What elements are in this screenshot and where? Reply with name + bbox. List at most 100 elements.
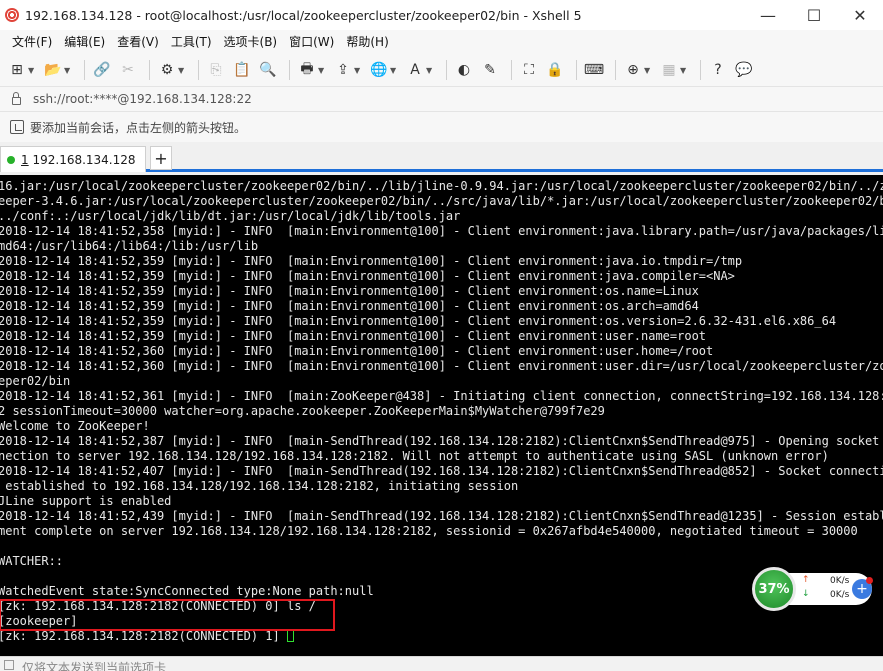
chevron-down-icon[interactable]: ▼: [178, 66, 186, 75]
add-session-arrow-icon[interactable]: [10, 120, 24, 134]
chevron-down-icon[interactable]: ▼: [426, 66, 434, 75]
terminal-line: Welcome to ZooKeeper!: [0, 419, 150, 433]
toolbar-separator: [700, 60, 701, 80]
chevron-down-icon[interactable]: ▼: [28, 66, 36, 75]
find-icon[interactable]: 🔍: [257, 59, 279, 81]
network-monitor-widget[interactable]: ↑ 0K/s ↓ 0K/s + 37%: [752, 567, 878, 611]
chevron-down-icon[interactable]: ▼: [318, 66, 326, 75]
terminal-line: 2018-12-14 18:41:52,387 [myid:] - INFO […: [0, 434, 883, 448]
chevron-down-icon[interactable]: ▼: [354, 66, 362, 75]
minimize-button[interactable]: —: [745, 0, 791, 30]
upload-speed: 0K/s: [830, 576, 850, 586]
terminal-line: nection to server 192.168.134.128/192.16…: [0, 449, 829, 463]
terminal-line: ../conf:.:/usr/local/jdk/lib/dt.jar:/usr…: [0, 209, 461, 223]
compose-icon[interactable]: [4, 660, 14, 670]
new-session-icon[interactable]: ⊞: [6, 59, 28, 81]
toolbar-separator: [198, 60, 199, 80]
terminal-line: 2018-12-14 18:41:52,439 [myid:] - INFO […: [0, 509, 883, 523]
connect-icon[interactable]: 🔗: [91, 59, 113, 81]
terminal-line: 2018-12-14 18:41:52,359 [myid:] - INFO […: [0, 254, 743, 268]
tab-session-1[interactable]: 1 192.168.134.128: [0, 146, 146, 172]
menu-file[interactable]: 文件(F): [6, 30, 58, 54]
menu-tab[interactable]: 选项卡(B): [218, 30, 284, 54]
font-icon[interactable]: A: [404, 59, 426, 81]
terminal-line: eeper-3.4.6.jar:/usr/local/zookeeperclus…: [0, 194, 883, 208]
lock-icon[interactable]: 🔒: [544, 59, 566, 81]
xftp-icon[interactable]: ◐: [453, 59, 475, 81]
toolbar-separator: [149, 60, 150, 80]
menu-tools[interactable]: 工具(T): [165, 30, 218, 54]
print-icon[interactable]: 🖶: [296, 59, 318, 81]
toolbar-separator: [615, 60, 616, 80]
terminal-line: 2 sessionTimeout=30000 watcher=org.apach…: [0, 404, 605, 418]
terminal-line: 2018-12-14 18:41:52,360 [myid:] - INFO […: [0, 359, 883, 373]
toolbar-separator: [576, 60, 577, 80]
add-tab-button[interactable]: +: [150, 146, 172, 170]
toolbar: ⊞ ▼ 📂 ▼ 🔗 ✂ ⚙ ▼ ⎘ 📋 🔍 🖶 ▼ ⇪ ▼ 🌐 ▼ A ▼ ◐ …: [0, 54, 883, 86]
close-button[interactable]: ✕: [837, 0, 883, 30]
terminal-line: 2018-12-14 18:41:52,359 [myid:] - INFO […: [0, 269, 735, 283]
window-title: 192.168.134.128 - root@localhost:/usr/lo…: [25, 7, 582, 23]
notification-dot-icon: [866, 577, 873, 584]
new-tab-icon[interactable]: ⊕: [622, 59, 644, 81]
properties-icon[interactable]: ⚙: [156, 59, 178, 81]
chevron-down-icon[interactable]: ▼: [64, 66, 72, 75]
terminal-output: 16.jar:/usr/local/zookeepercluster/zooke…: [0, 179, 883, 644]
terminal-line: 2018-12-14 18:41:52,359 [myid:] - INFO […: [0, 299, 699, 313]
download-arrow-icon: ↓: [802, 589, 810, 599]
globe-icon[interactable]: 🌐: [368, 59, 390, 81]
title-bar: 192.168.134.128 - root@localhost:/usr/lo…: [0, 0, 883, 30]
session-hint-text: 要添加当前会话，点击左侧的箭头按钮。: [30, 120, 247, 135]
memory-usage-percent[interactable]: 37%: [752, 567, 796, 611]
menu-edit[interactable]: 编辑(E): [58, 30, 111, 54]
compose-placeholder[interactable]: 仅将文本发送到当前选项卡: [22, 659, 166, 671]
fullscreen-icon[interactable]: ⛶: [518, 59, 540, 81]
connected-status-icon: [7, 155, 15, 164]
copy-icon[interactable]: ⎘: [205, 59, 227, 81]
maximize-button[interactable]: ☐: [791, 0, 837, 30]
terminal-line: 2018-12-14 18:41:52,407 [myid:] - INFO […: [0, 464, 883, 478]
terminal-line: 2018-12-14 18:41:52,360 [myid:] - INFO […: [0, 344, 714, 358]
terminal-line: 2018-12-14 18:41:52,359 [myid:] - INFO […: [0, 284, 699, 298]
terminal-area[interactable]: 16.jar:/usr/local/zookeepercluster/zooke…: [0, 175, 883, 656]
session-address[interactable]: ssh://root:****@192.168.134.128:22: [33, 92, 252, 106]
terminal-line: [zk: 192.168.134.128:2182(CONNECTED) 1]: [0, 629, 883, 644]
download-speed: 0K/s: [830, 590, 850, 600]
chevron-down-icon[interactable]: ▼: [644, 66, 652, 75]
chevron-down-icon[interactable]: ▼: [680, 66, 688, 75]
terminal-line: WatchedEvent state:SyncConnected type:No…: [0, 584, 374, 598]
disconnect-icon[interactable]: ✂: [117, 59, 139, 81]
terminal-line: 2018-12-14 18:41:52,359 [myid:] - INFO […: [0, 329, 707, 343]
terminal-line: 2018-12-14 18:41:52,361 [myid:] - INFO […: [0, 389, 883, 403]
xshell-logo-icon: [5, 8, 19, 22]
xmanager-icon[interactable]: ✎: [479, 59, 501, 81]
chevron-down-icon[interactable]: ▼: [390, 66, 398, 75]
chat-icon[interactable]: 💬: [733, 59, 755, 81]
keyboard-icon[interactable]: ⌨: [583, 59, 605, 81]
tab-bar: 1 192.168.134.128 +: [0, 142, 883, 172]
window-controls: — ☐ ✕: [745, 0, 883, 30]
terminal-line: established to 192.168.134.128/192.168.1…: [0, 479, 519, 493]
upload-arrow-icon: ↑: [802, 575, 810, 585]
menu-help[interactable]: 帮助(H): [340, 30, 394, 54]
compose-bar[interactable]: 仅将文本发送到当前选项卡: [0, 656, 883, 671]
terminal-line: 2018-12-14 18:41:52,358 [myid:] - INFO […: [0, 224, 883, 238]
layout-icon[interactable]: ▦: [658, 59, 680, 81]
menu-bar: 文件(F) 编辑(E) 查看(V) 工具(T) 选项卡(B) 窗口(W) 帮助(…: [0, 30, 883, 54]
toolbar-separator: [84, 60, 85, 80]
open-folder-icon[interactable]: 📂: [42, 59, 64, 81]
toolbar-separator: [446, 60, 447, 80]
address-bar[interactable]: ssh://root:****@192.168.134.128:22: [0, 86, 883, 112]
terminal-line: JLine support is enabled: [0, 494, 172, 508]
menu-window[interactable]: 窗口(W): [283, 30, 340, 54]
menu-view[interactable]: 查看(V): [111, 30, 165, 54]
terminal-line: eper02/bin: [0, 374, 71, 388]
tab-label: 1 192.168.134.128: [21, 152, 136, 167]
toolbar-separator: [511, 60, 512, 80]
help-icon[interactable]: ?: [707, 59, 729, 81]
paste-icon[interactable]: 📋: [231, 59, 253, 81]
transfer-icon[interactable]: ⇪: [332, 59, 354, 81]
highlight-annotation-box: [0, 599, 335, 631]
